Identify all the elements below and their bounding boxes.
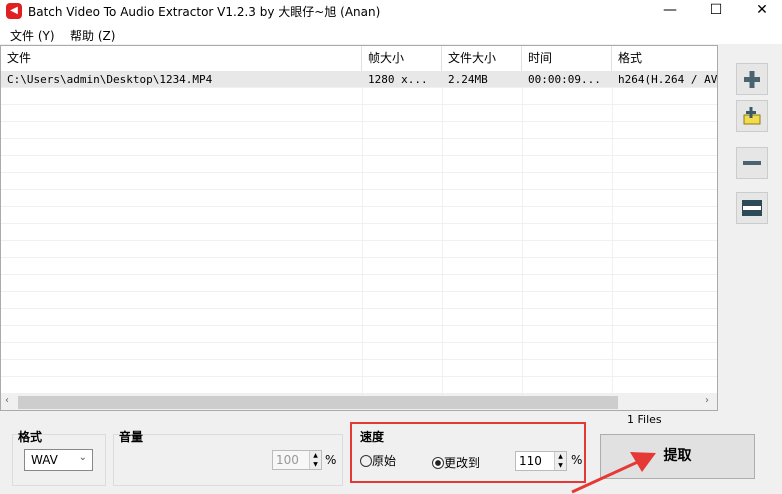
empty-row: [1, 105, 717, 122]
speaker-icon: ◀: [6, 3, 22, 19]
speed-label: 速度: [360, 430, 385, 444]
folder-plus-icon: [743, 107, 761, 125]
radio-label: 更改到: [444, 456, 481, 470]
empty-row: [1, 275, 717, 292]
empty-row: [1, 88, 717, 105]
horizontal-scrollbar[interactable]: ‹ ›: [1, 394, 717, 410]
clear-button[interactable]: [736, 192, 768, 224]
minimize-button[interactable]: —: [650, 0, 690, 22]
empty-row: [1, 241, 717, 258]
title-bar: ◀ Batch Video To Audio Extractor V1.2.3 …: [0, 0, 782, 22]
empty-row: [1, 343, 717, 360]
speed-original-radio[interactable]: 原始: [360, 452, 396, 469]
column-header-file-size[interactable]: 文件大小: [442, 46, 522, 71]
column-header-frame-size[interactable]: 帧大小: [362, 46, 442, 71]
empty-row: [1, 360, 717, 377]
empty-row: [1, 224, 717, 241]
radio-label: 原始: [372, 454, 397, 468]
menu-help[interactable]: 帮助 (Z): [70, 27, 115, 44]
spin-arrows-icon[interactable]: ▲ ▼: [309, 451, 321, 469]
speed-change-radio[interactable]: 更改到: [432, 454, 480, 471]
column-header-time[interactable]: 时间: [522, 46, 612, 71]
cell-file-size: 2.24MB: [448, 73, 488, 86]
maximize-button[interactable]: ☐: [696, 0, 736, 22]
cell-frame-size: 1280 x...: [368, 73, 428, 86]
volume-value: 100: [276, 453, 299, 467]
file-count: 1 Files: [627, 413, 662, 426]
empty-row: [1, 139, 717, 156]
empty-row: [1, 156, 717, 173]
volume-label: 音量: [119, 428, 144, 445]
format-select[interactable]: WAV ⌄: [24, 449, 93, 471]
column-header-format[interactable]: 格式: [612, 46, 717, 71]
table-row[interactable]: C:\Users\admin\Desktop\1234.MP4 1280 x..…: [1, 71, 717, 88]
cell-file: C:\Users\admin\Desktop\1234.MP4: [7, 73, 213, 86]
scroll-thumb[interactable]: [18, 396, 618, 409]
menu-bar: 文件 (Y) 帮助 (Z): [0, 22, 782, 44]
red-arrow-icon: [571, 452, 656, 494]
empty-row: [1, 258, 717, 275]
window-title: Batch Video To Audio Extractor V1.2.3 by…: [28, 5, 381, 19]
remove-button[interactable]: [736, 147, 768, 179]
scroll-left-icon[interactable]: ‹: [5, 395, 9, 406]
cell-format: h264(H.264 / AVC: [618, 73, 717, 86]
empty-row: [1, 309, 717, 326]
empty-row: [1, 326, 717, 343]
volume-spinner[interactable]: 100 ▲ ▼: [272, 450, 322, 470]
empty-row: [1, 292, 717, 309]
add-folder-button[interactable]: [736, 100, 768, 132]
format-label: 格式: [18, 428, 43, 445]
file-list[interactable]: 文件 帧大小 文件大小 时间 格式 C:\Users\admin\Desktop…: [0, 45, 718, 411]
add-file-button[interactable]: [736, 63, 768, 95]
column-header-file[interactable]: 文件: [1, 46, 362, 71]
scroll-right-icon[interactable]: ›: [705, 395, 709, 406]
plus-icon: [744, 71, 760, 88]
volume-unit: %: [325, 453, 337, 467]
clear-list-icon: [742, 200, 762, 216]
empty-row: [1, 173, 717, 190]
empty-row: [1, 190, 717, 207]
empty-row: [1, 377, 717, 394]
empty-row: [1, 122, 717, 139]
menu-file[interactable]: 文件 (Y): [10, 27, 55, 44]
radio-selected-icon: [432, 457, 444, 469]
empty-row: [1, 207, 717, 224]
minus-icon: [743, 161, 761, 165]
close-button[interactable]: ✕: [742, 0, 782, 22]
radio-icon: [360, 455, 372, 467]
speed-value: 110: [519, 454, 542, 468]
cell-time: 00:00:09...: [528, 73, 601, 86]
format-value: WAV: [31, 453, 58, 467]
chevron-down-icon: ⌄: [78, 452, 87, 463]
